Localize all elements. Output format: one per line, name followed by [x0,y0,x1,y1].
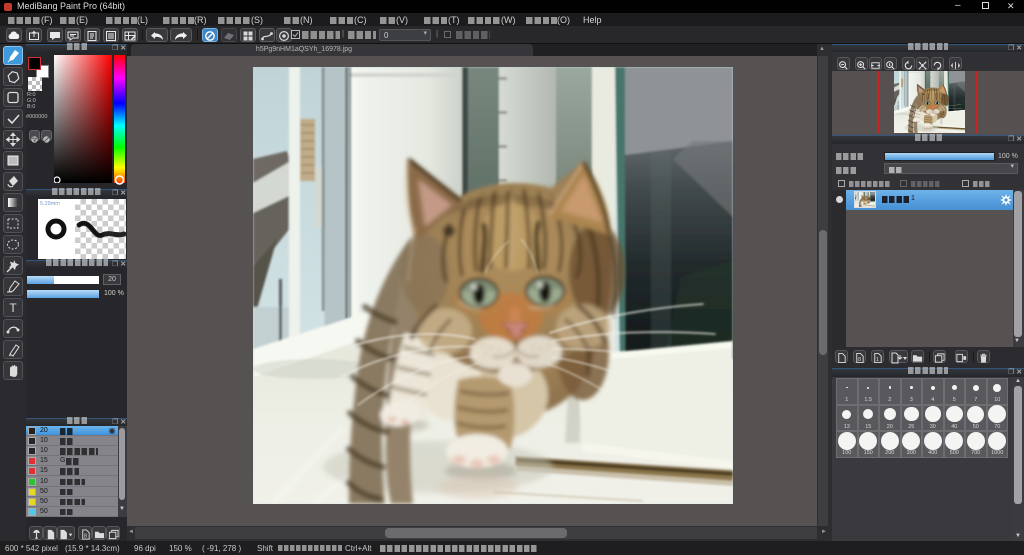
svg-text:8: 8 [83,533,86,539]
svg-text:8: 8 [858,357,861,363]
svg-text:1: 1 [876,357,879,363]
svg-text:T: T [9,301,17,315]
